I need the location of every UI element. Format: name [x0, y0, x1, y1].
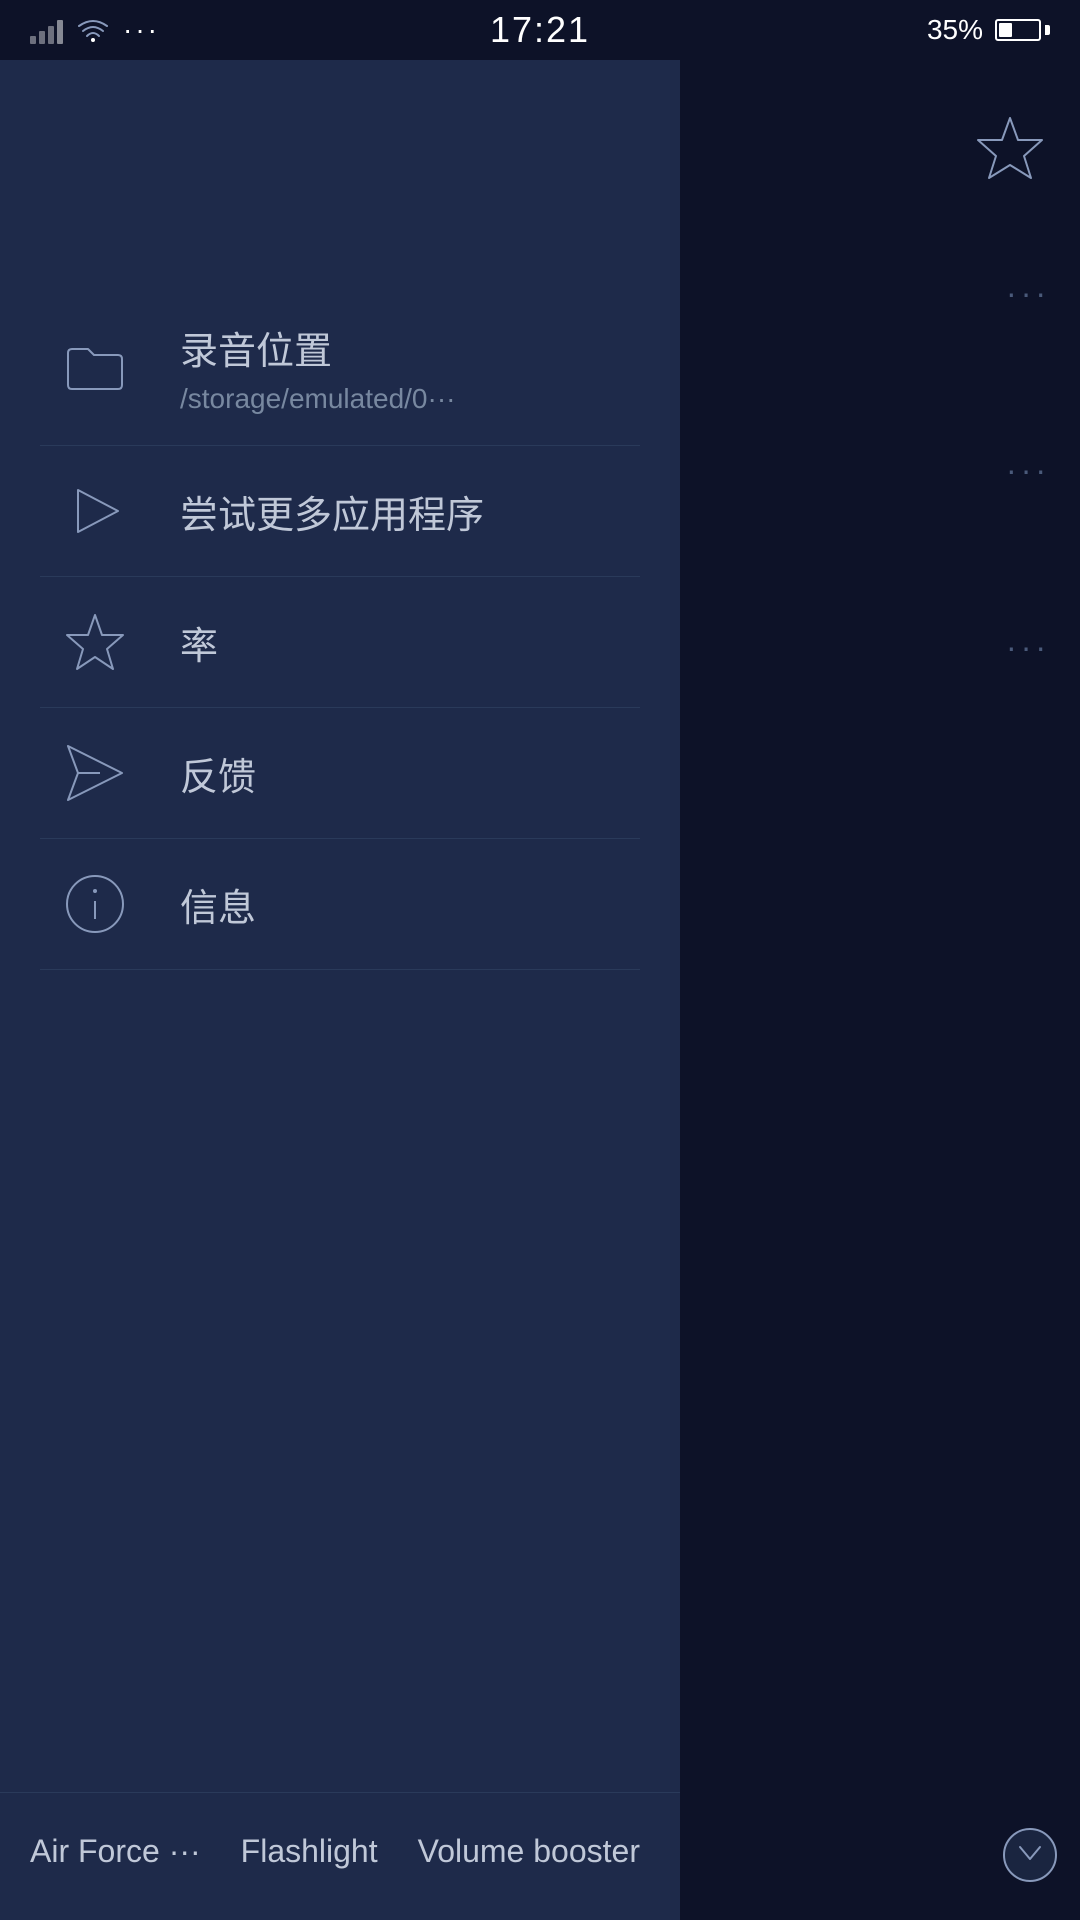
info-text: 信息: [180, 877, 256, 932]
recording-location-title: 录音位置: [180, 320, 455, 375]
send-icon: [60, 738, 130, 808]
dots-icon: ···: [123, 14, 160, 46]
bottom-bar: Air Force ··· Flashlight Volume booster: [0, 1792, 680, 1920]
menu-item-try-more-apps[interactable]: 尝试更多应用程序: [0, 446, 680, 576]
star-icon: [60, 607, 130, 677]
menu-item-rate[interactable]: 率: [0, 577, 680, 707]
status-bar: ··· 17:21 35%: [0, 0, 1080, 60]
play-icon: [60, 476, 130, 546]
status-time: 17:21: [490, 9, 590, 51]
bottom-app-flashlight[interactable]: Flashlight: [241, 1833, 378, 1870]
try-more-apps-text: 尝试更多应用程序: [180, 484, 484, 539]
right-panel: ··· ··· ···: [680, 60, 1080, 1920]
dots-group-2: ···: [1006, 452, 1050, 489]
nav-arrow-icon[interactable]: [1000, 1825, 1060, 1890]
wifi-icon: [77, 18, 109, 42]
feedback-title: 反馈: [180, 746, 256, 801]
favorite-star-icon[interactable]: [970, 110, 1050, 195]
menu-item-info[interactable]: 信息: [0, 839, 680, 969]
info-icon: [60, 869, 130, 939]
battery-icon: [995, 19, 1050, 41]
divider-5: [40, 969, 640, 970]
left-panel: 录音位置 /storage/emulated/0··· 尝试更多应用程序: [0, 60, 680, 1920]
dots-group-3: ···: [1006, 629, 1050, 666]
status-left: ···: [30, 14, 160, 46]
recording-location-text: 录音位置 /storage/emulated/0···: [180, 320, 455, 415]
folder-icon: [60, 333, 130, 403]
rate-text: 率: [180, 615, 218, 670]
main-layout: 录音位置 /storage/emulated/0··· 尝试更多应用程序: [0, 60, 1080, 1920]
signal-icon: [30, 16, 63, 44]
feedback-text: 反馈: [180, 746, 256, 801]
try-more-apps-title: 尝试更多应用程序: [180, 484, 484, 539]
status-right: 35%: [927, 14, 1050, 46]
menu-area: 录音位置 /storage/emulated/0··· 尝试更多应用程序: [0, 260, 680, 1792]
dots-group-1: ···: [1006, 275, 1050, 312]
menu-item-recording-location[interactable]: 录音位置 /storage/emulated/0···: [0, 290, 680, 445]
recording-location-subtitle: /storage/emulated/0···: [180, 383, 455, 415]
rate-title: 率: [180, 615, 218, 670]
bottom-app-air-force[interactable]: Air Force ···: [30, 1833, 201, 1870]
battery-percent: 35%: [927, 14, 983, 46]
menu-item-feedback[interactable]: 反馈: [0, 708, 680, 838]
info-title: 信息: [180, 877, 256, 932]
bottom-app-volume-booster[interactable]: Volume booster: [418, 1833, 640, 1870]
